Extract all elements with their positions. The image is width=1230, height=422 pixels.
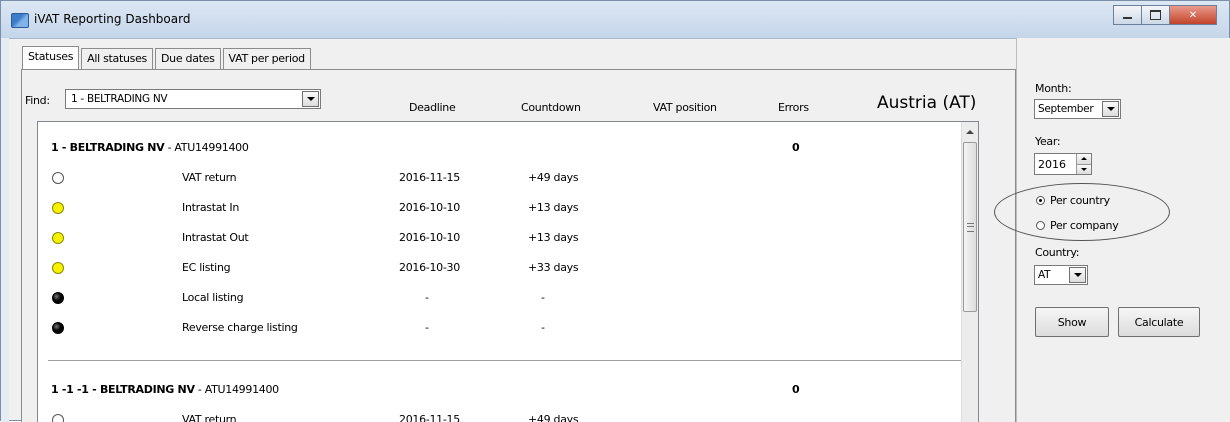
company-vat-number: - ATU14991400 bbox=[164, 141, 249, 154]
list-item: VAT return 2016-11-15 +49 days bbox=[38, 170, 938, 190]
scroll-up-icon[interactable] bbox=[962, 124, 978, 140]
close-button[interactable]: ✕ bbox=[1169, 5, 1217, 25]
deadline-value: 2016-10-30 bbox=[399, 261, 460, 274]
radio-unselected-icon bbox=[1036, 221, 1045, 230]
company-vat-number: - ATU14991400 bbox=[194, 383, 279, 396]
report-name: Reverse charge listing bbox=[182, 321, 298, 334]
app-window: iVAT Reporting Dashboard ✕ Statuses All … bbox=[0, 0, 1230, 422]
list-item: EC listing 2016-10-30 +33 days bbox=[38, 260, 938, 280]
per-company-radio[interactable]: Per company bbox=[1036, 219, 1119, 232]
app-icon bbox=[11, 13, 29, 28]
year-label: Year: bbox=[1035, 135, 1061, 148]
title-bar: iVAT Reporting Dashboard ✕ bbox=[1, 1, 1229, 39]
countdown-value: +33 days bbox=[528, 261, 579, 274]
tab-all-statuses[interactable]: All statuses bbox=[81, 48, 153, 69]
list-item: Intrastat Out 2016-10-10 +13 days bbox=[38, 230, 938, 250]
country-select-value: AT bbox=[1038, 269, 1051, 281]
deadline-value: 2016-11-15 bbox=[399, 171, 460, 184]
column-deadline: Deadline bbox=[409, 101, 456, 114]
country-select[interactable]: AT bbox=[1034, 265, 1088, 285]
company-header: 1 -1 -1 - BELTRADING NV - ATU14991400 bbox=[51, 383, 279, 396]
month-label: Month: bbox=[1035, 82, 1072, 95]
year-value: 2016 bbox=[1038, 157, 1066, 171]
per-country-label: Per country bbox=[1050, 194, 1110, 207]
deadline-value: - bbox=[425, 321, 429, 334]
status-list: 1 - BELTRADING NV - ATU14991400 0 VAT re… bbox=[37, 121, 979, 422]
company-divider bbox=[48, 360, 962, 361]
stepper-up-icon[interactable] bbox=[1077, 154, 1091, 165]
report-name: Intrastat Out bbox=[182, 231, 249, 244]
tab-due-dates[interactable]: Due dates bbox=[155, 48, 221, 69]
window-title: iVAT Reporting Dashboard bbox=[34, 12, 191, 26]
list-item: Local listing - - bbox=[38, 290, 938, 310]
scroll-thumb[interactable] bbox=[963, 142, 977, 312]
countdown-value: +13 days bbox=[528, 201, 579, 214]
calculate-button[interactable]: Calculate bbox=[1118, 307, 1200, 337]
countdown-value: - bbox=[541, 321, 545, 334]
report-name: Local listing bbox=[182, 291, 244, 304]
per-country-radio[interactable]: Per country bbox=[1036, 194, 1110, 207]
company-header: 1 - BELTRADING NV - ATU14991400 bbox=[51, 141, 249, 154]
countdown-value: +49 days bbox=[528, 171, 579, 184]
report-name: Intrastat In bbox=[182, 201, 240, 214]
tab-statuses[interactable]: Statuses bbox=[22, 46, 80, 69]
maximize-button[interactable] bbox=[1141, 5, 1169, 25]
company-name: 1 -1 -1 - BELTRADING NV bbox=[51, 383, 195, 396]
left-frame-strip bbox=[1, 38, 9, 422]
country-title: Austria (AT) bbox=[877, 93, 977, 113]
find-label: Find: bbox=[25, 94, 50, 107]
countdown-value: +13 days bbox=[528, 231, 579, 244]
deadline-value: - bbox=[425, 291, 429, 304]
status-black-icon bbox=[52, 292, 64, 304]
tab-strip: Statuses All statuses Due dates VAT per … bbox=[22, 46, 313, 69]
minimize-button[interactable] bbox=[1113, 5, 1141, 25]
per-company-label: Per company bbox=[1050, 219, 1119, 232]
find-select-value: 1 - BELTRADING NV bbox=[71, 93, 168, 105]
chevron-down-icon[interactable] bbox=[1102, 101, 1119, 117]
stepper-buttons bbox=[1076, 154, 1091, 174]
find-select[interactable]: 1 - BELTRADING NV bbox=[65, 89, 321, 109]
column-countdown: Countdown bbox=[521, 101, 581, 114]
country-label: Country: bbox=[1035, 246, 1080, 259]
chevron-down-icon[interactable] bbox=[302, 91, 319, 107]
grip-icon bbox=[967, 223, 974, 232]
status-yellow-icon bbox=[52, 202, 64, 214]
chevron-down-icon[interactable] bbox=[1069, 267, 1086, 283]
report-name: EC listing bbox=[182, 261, 231, 274]
status-yellow-icon bbox=[52, 262, 64, 274]
year-stepper[interactable]: 2016 bbox=[1034, 153, 1092, 175]
list-item: Intrastat In 2016-10-10 +13 days bbox=[38, 200, 938, 220]
filter-panel: Month: September Year: 2016 Per country … bbox=[1016, 38, 1230, 422]
radio-selected-icon bbox=[1036, 196, 1045, 205]
vertical-scrollbar[interactable] bbox=[961, 122, 978, 422]
column-errors: Errors bbox=[778, 101, 809, 114]
company-errors: 0 bbox=[792, 141, 800, 154]
report-name: VAT return bbox=[182, 171, 237, 184]
company-name: 1 - BELTRADING NV bbox=[51, 141, 165, 154]
window-controls: ✕ bbox=[1113, 5, 1217, 25]
deadline-value: 2016-10-10 bbox=[399, 201, 460, 214]
tab-vat-per-period[interactable]: VAT per period bbox=[222, 48, 311, 69]
status-yellow-icon bbox=[52, 232, 64, 244]
show-button[interactable]: Show bbox=[1035, 307, 1109, 337]
column-vat-position: VAT position bbox=[653, 101, 717, 114]
countdown-value: - bbox=[541, 291, 545, 304]
deadline-value: 2016-10-10 bbox=[399, 231, 460, 244]
status-white-icon bbox=[52, 172, 64, 184]
stepper-down-icon[interactable] bbox=[1077, 164, 1091, 174]
company-errors: 0 bbox=[792, 383, 800, 396]
status-black-icon bbox=[52, 322, 64, 334]
month-select-value: September bbox=[1038, 103, 1094, 115]
month-select[interactable]: September bbox=[1034, 99, 1121, 119]
list-item: Reverse charge listing - - bbox=[38, 320, 938, 340]
